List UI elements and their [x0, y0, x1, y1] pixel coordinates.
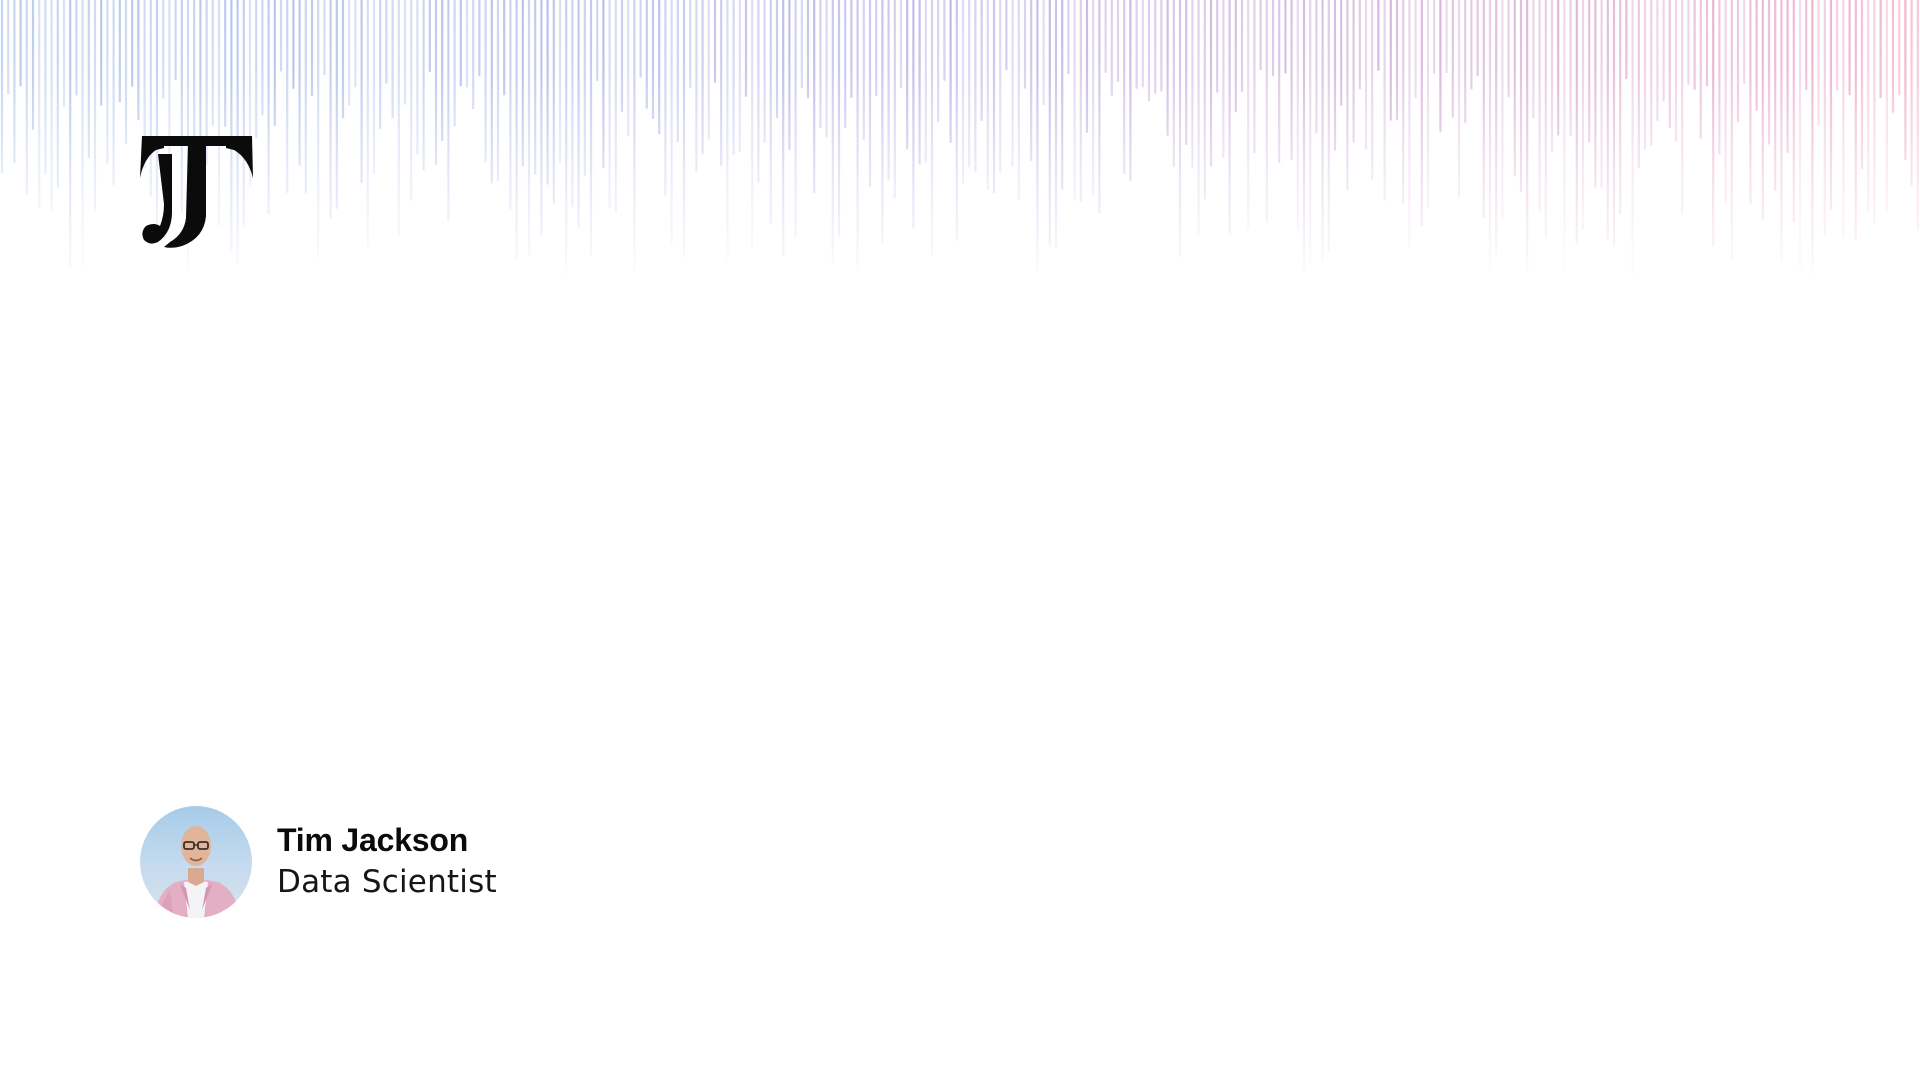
author-avatar — [140, 806, 252, 918]
header-decorative-lines — [0, 0, 1919, 279]
author-block: Tim Jackson Data Scientist — [140, 806, 497, 918]
author-role: Data Scientist — [277, 864, 497, 900]
author-text: Tim Jackson Data Scientist — [277, 820, 497, 904]
person-photo-icon — [154, 826, 240, 918]
jt-logo-icon — [140, 136, 253, 248]
author-name: Tim Jackson — [277, 822, 469, 858]
